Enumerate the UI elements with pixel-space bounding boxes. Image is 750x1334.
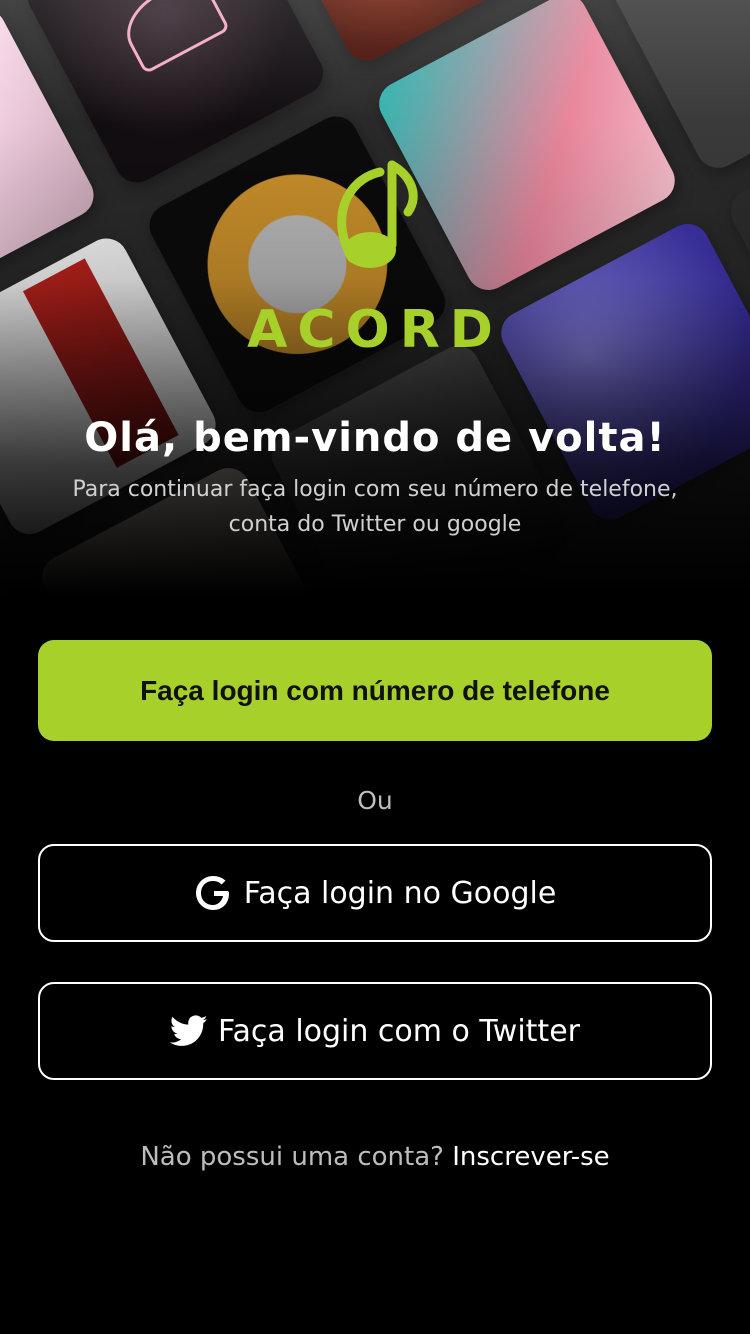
phone-login-button[interactable]: Faça login com número de telefone — [38, 640, 712, 741]
signup-link[interactable]: Inscrever-se — [452, 1142, 609, 1172]
twitter-login-label: Faça login com o Twitter — [218, 1013, 580, 1049]
google-icon — [194, 873, 234, 913]
app-logo: ACORD — [240, 150, 510, 370]
twitter-icon — [170, 1015, 208, 1047]
phone-login-label: Faça login com número de telefone — [140, 674, 610, 706]
brand-name: ACORD — [247, 300, 503, 360]
or-divider: Ou — [357, 786, 393, 815]
subtitle-line: conta do Twitter ou google — [228, 512, 522, 537]
welcome-subtitle: Para continuar faça login com seu número… — [30, 472, 720, 542]
twitter-login-button[interactable]: Faça login com o Twitter — [38, 982, 712, 1080]
no-account-text: Não possui uma conta? — [140, 1142, 444, 1172]
welcome-heading: Olá, bem-vindo de volta! — [84, 415, 666, 461]
music-note-icon — [337, 160, 418, 268]
signup-prompt: Não possui uma conta? Inscrever-se — [0, 1142, 750, 1172]
subtitle-line: Para continuar faça login com seu número… — [72, 477, 678, 502]
google-login-label: Faça login no Google — [243, 875, 557, 911]
google-login-button[interactable]: Faça login no Google — [38, 844, 712, 942]
